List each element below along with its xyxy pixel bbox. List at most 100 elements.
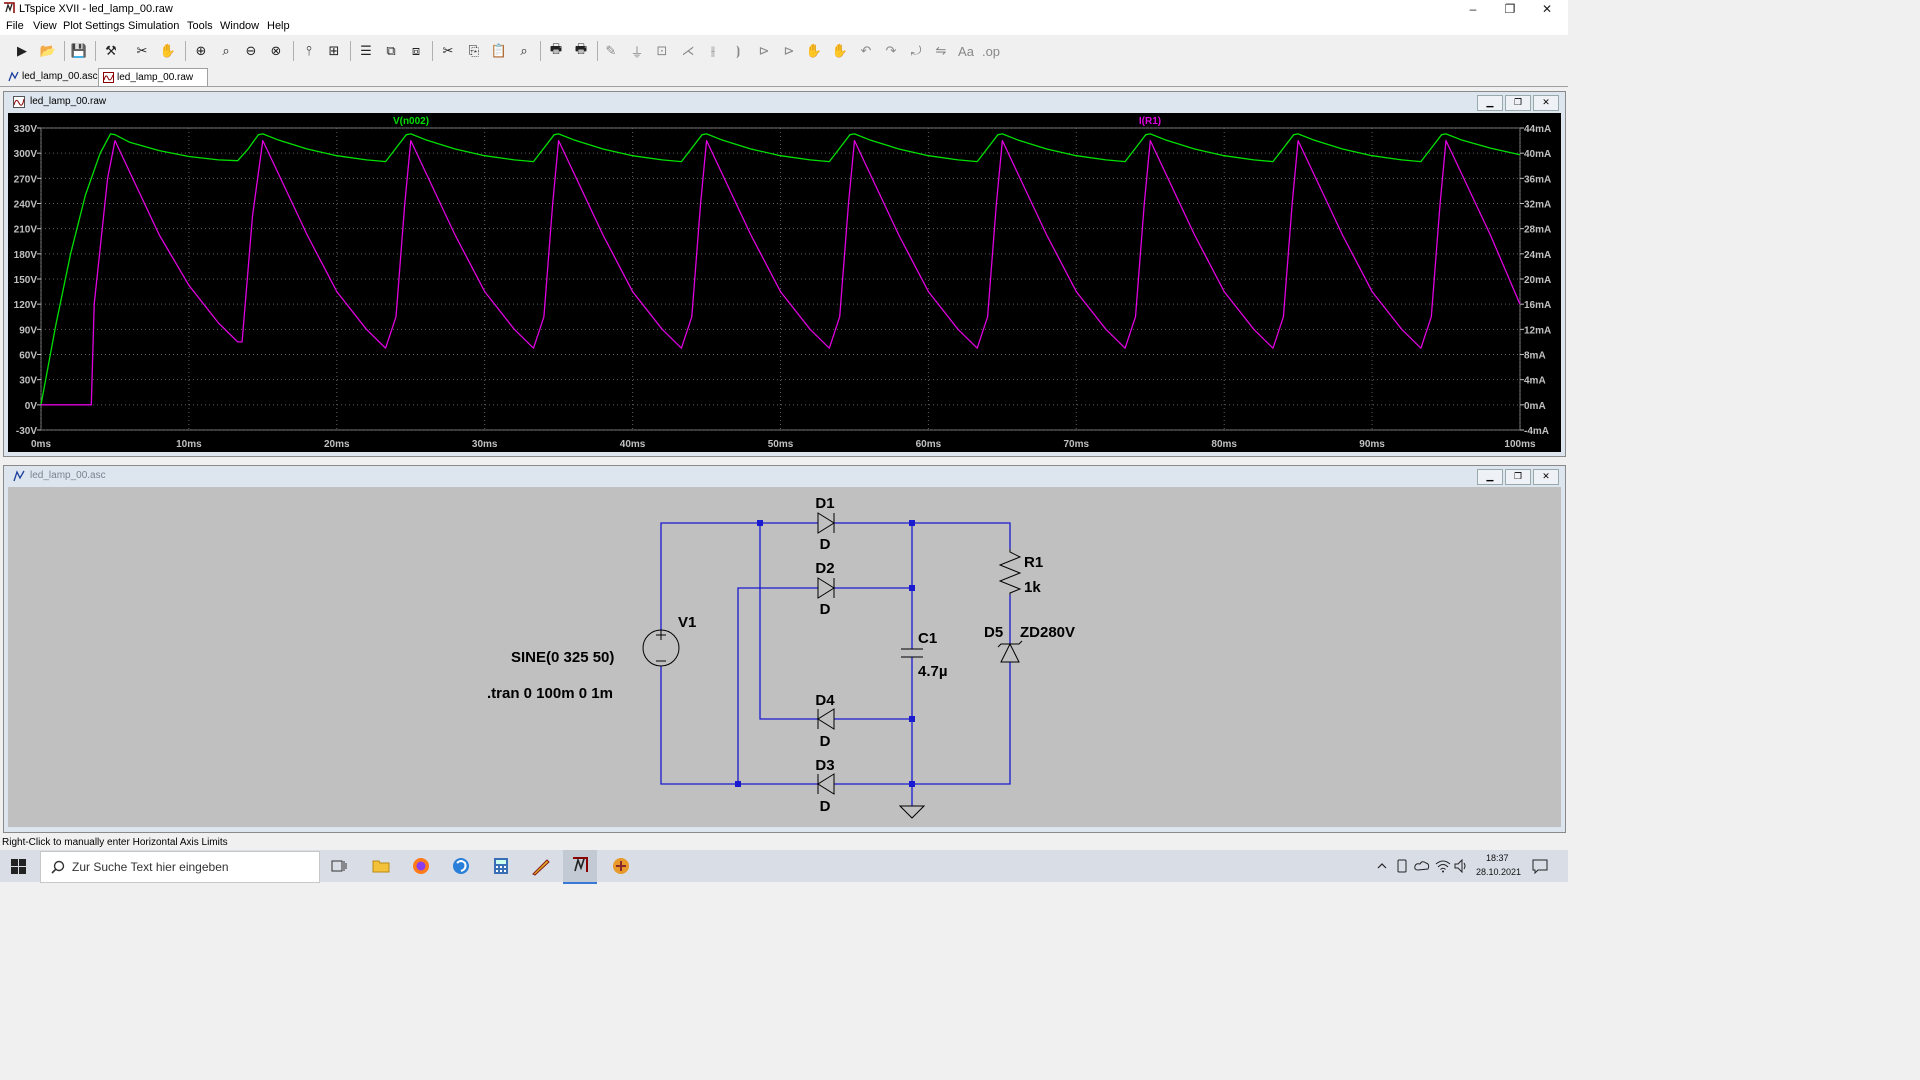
menu-view[interactable]: View — [33, 20, 57, 32]
text-icon[interactable]: Aa — [955, 40, 977, 62]
copy-icon[interactable]: ⎘ — [463, 40, 485, 62]
capacitor-icon[interactable]: ⫲ — [702, 40, 724, 62]
component-icon[interactable]: ⊳ — [778, 40, 800, 62]
calculator-icon[interactable] — [493, 857, 509, 875]
firefox-icon[interactable] — [412, 857, 430, 875]
autorange-icon[interactable]: ⫯ — [298, 40, 320, 62]
waveform-plot[interactable]: 0ms 10ms 20ms 30ms 40ms 50ms 60ms 70ms 80ms 90ms 1… — [8, 113, 1561, 452]
status-text: Right-Click to manually enter Horizontal… — [2, 837, 228, 848]
tab-schematic[interactable]: led_lamp_00.asc — [4, 68, 110, 85]
clock-time[interactable]: 18:37 — [1486, 853, 1509, 863]
plot-icon[interactable]: ⊞ — [323, 40, 345, 62]
waveform-minimize-button[interactable]: ▁ — [1477, 95, 1503, 111]
waveform-plot-svg[interactable]: 0ms 10ms 20ms 30ms 40ms 50ms 60ms 70ms 80ms 90ms 1… — [8, 113, 1561, 452]
diode-d3[interactable] — [817, 773, 835, 795]
resistor-r1[interactable] — [998, 549, 1022, 595]
pen-app-icon[interactable] — [531, 856, 551, 876]
label-icon[interactable]: ⊡ — [651, 40, 673, 62]
maximize-button[interactable]: ❐ — [1490, 0, 1530, 18]
find-icon[interactable]: ⌕ — [513, 40, 535, 62]
wire[interactable] — [834, 522, 1011, 549]
capacitor-c1[interactable] — [901, 648, 923, 658]
legend-i-r1[interactable]: I(R1) — [1139, 116, 1161, 127]
schematic-minimize-button[interactable]: ▁ — [1477, 469, 1503, 485]
drag-icon[interactable]: ✋ — [829, 40, 851, 62]
move-icon[interactable]: ✋ — [803, 40, 825, 62]
menu-tools[interactable]: Tools — [187, 20, 213, 32]
file-explorer-icon[interactable] — [372, 857, 390, 875]
ground-icon[interactable]: ⏚ — [626, 40, 648, 62]
tile-horizontal-icon[interactable]: ☰ — [355, 40, 377, 62]
diode-d4[interactable] — [817, 708, 835, 730]
schematic-canvas[interactable]: D1 D D2 D D4 D D3 D R1 1k D5 ZD280V C1 4… — [8, 487, 1561, 827]
y-right-tick-label: 4mA — [1524, 376, 1546, 387]
taskbar-search-box[interactable]: Zur Suche Text hier eingeben — [40, 851, 320, 883]
cut-icon[interactable]: ✂ — [437, 40, 459, 62]
waveform-icon — [103, 72, 114, 83]
minimize-button[interactable]: – — [1453, 0, 1493, 18]
diode-d2[interactable] — [817, 577, 835, 599]
taskbar-ltspice-active[interactable] — [563, 850, 597, 884]
wire[interactable] — [737, 587, 818, 784]
paste-icon[interactable]: 📋 — [488, 40, 510, 62]
print-setup-icon[interactable]: 🖶 — [570, 40, 592, 62]
save-icon[interactable]: 💾 — [68, 40, 90, 62]
open-icon[interactable]: 📂 — [37, 40, 59, 62]
zoom-fit-icon[interactable]: ⊗ — [265, 40, 287, 62]
close-button[interactable]: ✕ — [1527, 0, 1567, 18]
notification-icon[interactable] — [1532, 858, 1548, 874]
schematic-restore-button[interactable]: ❐ — [1505, 469, 1531, 485]
mirror-icon[interactable]: ⇋ — [930, 40, 952, 62]
zoom-area-icon[interactable]: ⌕ — [215, 40, 237, 62]
pan-icon[interactable]: ✋ — [157, 40, 179, 62]
resistor-icon[interactable]: ⋌ — [677, 40, 699, 62]
tab-waveform[interactable]: led_lamp_00.raw — [98, 68, 208, 86]
wifi-icon[interactable] — [1435, 859, 1451, 873]
wire[interactable] — [660, 666, 818, 785]
diode-icon[interactable]: ⊳ — [753, 40, 775, 62]
ltspice-logo-icon — [4, 2, 15, 13]
schematic-window-title: led_lamp_00.asc — [30, 470, 106, 481]
zener-d5[interactable] — [997, 640, 1023, 663]
wires[interactable] — [660, 522, 1011, 806]
device-icon[interactable] — [1396, 859, 1408, 873]
clock-date[interactable]: 28.10.2021 — [1476, 867, 1521, 877]
control-panel-icon[interactable]: ⚒ — [100, 40, 122, 62]
cloud-icon[interactable] — [1414, 860, 1430, 872]
menu-help[interactable]: Help — [267, 20, 290, 32]
run-icon[interactable]: ▶ — [11, 40, 33, 62]
tile-vertical-icon[interactable]: ⧈ — [405, 40, 427, 62]
app-circle-icon[interactable] — [452, 857, 470, 875]
spice-directive-icon[interactable]: .op — [980, 40, 1002, 62]
menu-simulation[interactable]: Simulation — [128, 20, 179, 32]
x-tick-label: 70ms — [1064, 439, 1090, 450]
waveform-restore-button[interactable]: ❐ — [1505, 95, 1531, 111]
menu-window[interactable]: Window — [220, 20, 259, 32]
diode-d1[interactable] — [817, 512, 835, 534]
zoom-in-icon[interactable]: ⊕ — [190, 40, 212, 62]
cascade-icon[interactable]: ⧉ — [380, 40, 402, 62]
halt-icon[interactable]: ✂ — [131, 40, 153, 62]
task-view-icon[interactable] — [331, 858, 347, 874]
chevron-up-icon[interactable] — [1377, 861, 1387, 871]
rotate-icon[interactable]: ⤾ — [905, 40, 927, 62]
windows-start-icon[interactable] — [11, 859, 26, 874]
voltage-source-v1[interactable] — [642, 629, 680, 667]
misc-app-icon[interactable] — [611, 856, 631, 876]
schematic-svg[interactable]: D1 D D2 D D4 D D3 D R1 1k D5 ZD280V C1 4… — [8, 487, 1561, 827]
menu-plot-settings[interactable]: Plot Settings — [63, 20, 125, 32]
redo-icon[interactable]: ↷ — [880, 40, 902, 62]
wire-icon[interactable]: ✎ — [600, 40, 622, 62]
wire[interactable] — [759, 523, 818, 720]
wire[interactable] — [834, 662, 1011, 785]
waveform-close-button[interactable]: ✕ — [1533, 95, 1559, 111]
print-icon[interactable]: 🖶 — [545, 40, 567, 62]
speaker-icon[interactable] — [1454, 859, 1468, 873]
zoom-out-icon[interactable]: ⊖ — [240, 40, 262, 62]
spice-directive[interactable]: .tran 0 100m 0 1m — [487, 685, 613, 702]
undo-icon[interactable]: ↶ — [855, 40, 877, 62]
menu-file[interactable]: File — [6, 20, 24, 32]
legend-v-n002[interactable]: V(n002) — [393, 116, 429, 127]
schematic-close-button[interactable]: ✕ — [1533, 469, 1559, 485]
inductor-icon[interactable]: ⦘ — [727, 40, 749, 62]
